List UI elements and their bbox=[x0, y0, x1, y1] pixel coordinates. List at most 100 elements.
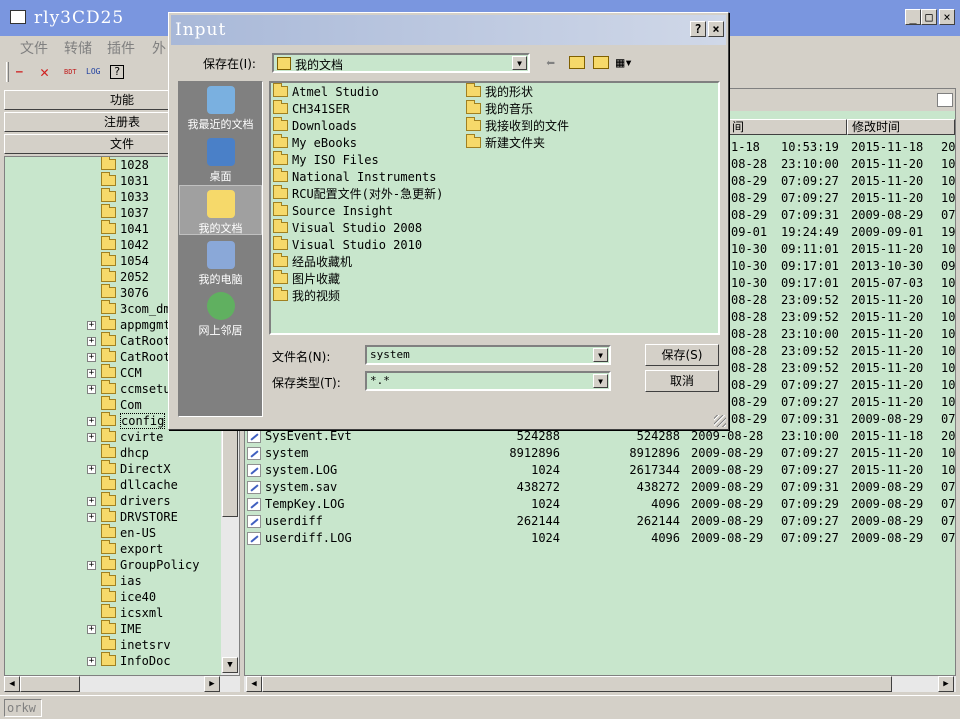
resize-grip-icon[interactable] bbox=[714, 415, 726, 427]
chevron-down-icon[interactable]: ▼ bbox=[593, 374, 608, 388]
place-desktop[interactable]: 桌面 bbox=[179, 134, 262, 184]
tree-item[interactable]: DirectX bbox=[101, 460, 171, 477]
dialog-file-item[interactable]: 我接收到的文件 bbox=[466, 117, 569, 135]
dialog-file-item[interactable]: 我的音乐 bbox=[466, 100, 533, 118]
column-modified[interactable]: 修改时间 bbox=[847, 119, 955, 135]
view-menu-icon[interactable]: ▦▾ bbox=[616, 55, 633, 71]
expand-icon[interactable]: + bbox=[87, 321, 96, 330]
filetype-select[interactable]: *.* ▼ bbox=[365, 371, 611, 391]
expand-icon[interactable]: + bbox=[87, 561, 96, 570]
new-folder-icon[interactable] bbox=[593, 56, 609, 69]
panel-corner-icon[interactable] bbox=[937, 93, 953, 107]
tree-item[interactable]: CCM bbox=[101, 364, 142, 381]
tree-item[interactable]: 1054 bbox=[101, 252, 149, 269]
dialog-file-item[interactable]: CH341SER bbox=[273, 100, 350, 118]
tree-item[interactable]: dhcp bbox=[101, 444, 149, 461]
dialog-file-item[interactable]: Atmel Studio bbox=[273, 83, 379, 101]
dialog-file-item[interactable]: 图片收藏 bbox=[273, 270, 340, 288]
menu-plugins[interactable]: 插件 bbox=[107, 38, 135, 58]
help-icon[interactable]: ? bbox=[110, 65, 124, 79]
expand-icon[interactable]: + bbox=[87, 625, 96, 634]
tree-item[interactable]: CatRoot bbox=[101, 348, 171, 365]
expand-icon[interactable]: + bbox=[87, 465, 96, 474]
place-network[interactable]: 网上邻居 bbox=[179, 288, 262, 338]
file-hscrollbar[interactable]: ◀ ▶ bbox=[244, 676, 956, 692]
tree-item[interactable]: IME bbox=[101, 620, 142, 637]
tree-item[interactable]: DRVSTORE bbox=[101, 508, 178, 525]
tree-item[interactable]: appmgmt bbox=[101, 316, 171, 333]
delete-icon[interactable]: ✕ bbox=[40, 63, 49, 81]
cancel-button[interactable]: 取消 bbox=[645, 370, 719, 392]
dialog-file-item[interactable]: 我的形状 bbox=[466, 83, 533, 101]
chevron-down-icon[interactable]: ▼ bbox=[512, 56, 527, 70]
tree-item[interactable]: CatRoot bbox=[101, 332, 171, 349]
tree-item[interactable]: 3com_dm bbox=[101, 300, 171, 317]
table-row[interactable]: userdiff 262144 262144 2009-08-29 07:09:27 20… bbox=[245, 513, 955, 530]
scroll-left-icon[interactable]: ◀ bbox=[246, 676, 262, 692]
table-row[interactable]: system 8912896 8912896 2009-08-29 07:09:27 20… bbox=[245, 445, 955, 462]
menu-dump[interactable]: 转储 bbox=[64, 38, 92, 58]
close-button[interactable]: × bbox=[939, 9, 955, 25]
scroll-left-icon[interactable]: ◀ bbox=[4, 676, 20, 692]
dialog-file-item[interactable]: 新建文件夹 bbox=[466, 134, 545, 152]
expand-icon[interactable]: + bbox=[87, 353, 96, 362]
tree-item[interactable]: en-US bbox=[101, 524, 156, 541]
up-folder-icon[interactable] bbox=[569, 56, 585, 69]
place-recent[interactable]: 我最近的文档 bbox=[179, 82, 262, 132]
tree-item[interactable]: icsxml bbox=[101, 604, 163, 621]
place-my-computer[interactable]: 我的电脑 bbox=[179, 237, 262, 287]
tree-item[interactable]: export bbox=[101, 540, 163, 557]
table-row[interactable]: userdiff.LOG 1024 4096 2009-08-29 07:09:27 20… bbox=[245, 530, 955, 547]
expand-icon[interactable]: + bbox=[87, 369, 96, 378]
expand-icon[interactable]: + bbox=[87, 433, 96, 442]
minus-icon[interactable]: — bbox=[16, 63, 23, 81]
tree-item[interactable]: 1028 bbox=[101, 157, 149, 173]
tree-item[interactable]: dllcache bbox=[101, 476, 178, 493]
column-time[interactable]: 间 bbox=[729, 119, 847, 135]
save-in-combo[interactable]: 我的文档 ▼ bbox=[272, 53, 530, 73]
tree-item[interactable]: 1037 bbox=[101, 204, 149, 221]
tree-item[interactable]: 1033 bbox=[101, 188, 149, 205]
tree-item[interactable]: Com bbox=[101, 396, 142, 413]
tree-item[interactable]: 1041 bbox=[101, 220, 149, 237]
table-row[interactable]: TempKey.LOG 1024 4096 2009-08-29 07:09:29 200… bbox=[245, 496, 955, 513]
filename-input[interactable]: system ▼ bbox=[365, 345, 611, 365]
tree-item[interactable]: 2052 bbox=[101, 268, 149, 285]
dialog-file-item[interactable]: Source Insight bbox=[273, 202, 393, 220]
expand-icon[interactable]: + bbox=[87, 337, 96, 346]
scroll-right-icon[interactable]: ▶ bbox=[204, 676, 220, 692]
expand-icon[interactable]: + bbox=[87, 657, 96, 666]
tree-item[interactable]: InfoDoc bbox=[101, 652, 171, 669]
expand-icon[interactable]: + bbox=[87, 513, 96, 522]
expand-icon[interactable]: + bbox=[87, 497, 96, 506]
dialog-file-item[interactable]: Visual Studio 2008 bbox=[273, 219, 422, 237]
expand-icon[interactable]: + bbox=[87, 385, 96, 394]
scroll-right-icon[interactable]: ▶ bbox=[938, 676, 954, 692]
tree-item[interactable]: 1042 bbox=[101, 236, 149, 253]
scroll-down-icon[interactable]: ▼ bbox=[222, 657, 238, 673]
bdt-icon[interactable]: BDT bbox=[64, 63, 77, 81]
minimize-button[interactable]: _ bbox=[905, 9, 921, 25]
tree-item[interactable]: cvirte bbox=[101, 428, 163, 445]
tree-item[interactable]: config bbox=[101, 412, 166, 429]
dialog-file-item[interactable]: Downloads bbox=[273, 117, 357, 135]
save-button[interactable]: 保存(S) bbox=[645, 344, 719, 366]
expand-icon[interactable]: + bbox=[87, 417, 96, 426]
dialog-file-item[interactable]: Visual Studio 2010 bbox=[273, 236, 422, 254]
table-row[interactable]: system.sav 438272 438272 2009-08-29 07:09:31… bbox=[245, 479, 955, 496]
tree-item[interactable]: GroupPolicy bbox=[101, 556, 199, 573]
chevron-down-icon[interactable]: ▼ bbox=[593, 348, 608, 362]
table-row[interactable]: SysEvent.Evt 524288 524288 2009-08-28 23:10:… bbox=[245, 428, 955, 445]
dialog-file-item[interactable]: My eBooks bbox=[273, 134, 357, 152]
dialog-close-button[interactable]: × bbox=[708, 21, 724, 37]
dialog-file-item[interactable]: RCU配置文件(对外-急更新) bbox=[273, 185, 443, 203]
tree-item[interactable]: drivers bbox=[101, 492, 171, 509]
maximize-button[interactable]: □ bbox=[921, 9, 937, 25]
dialog-file-item[interactable]: My ISO Files bbox=[273, 151, 379, 169]
tree-item[interactable]: ice40 bbox=[101, 588, 156, 605]
tree-hscrollbar[interactable]: ◀ ▶ bbox=[4, 676, 240, 692]
tree-item[interactable]: inetsrv bbox=[101, 636, 171, 653]
tree-item[interactable]: ias bbox=[101, 572, 142, 589]
place-my-documents[interactable]: 我的文档 bbox=[179, 185, 262, 235]
menu-file[interactable]: 文件 bbox=[20, 38, 48, 58]
